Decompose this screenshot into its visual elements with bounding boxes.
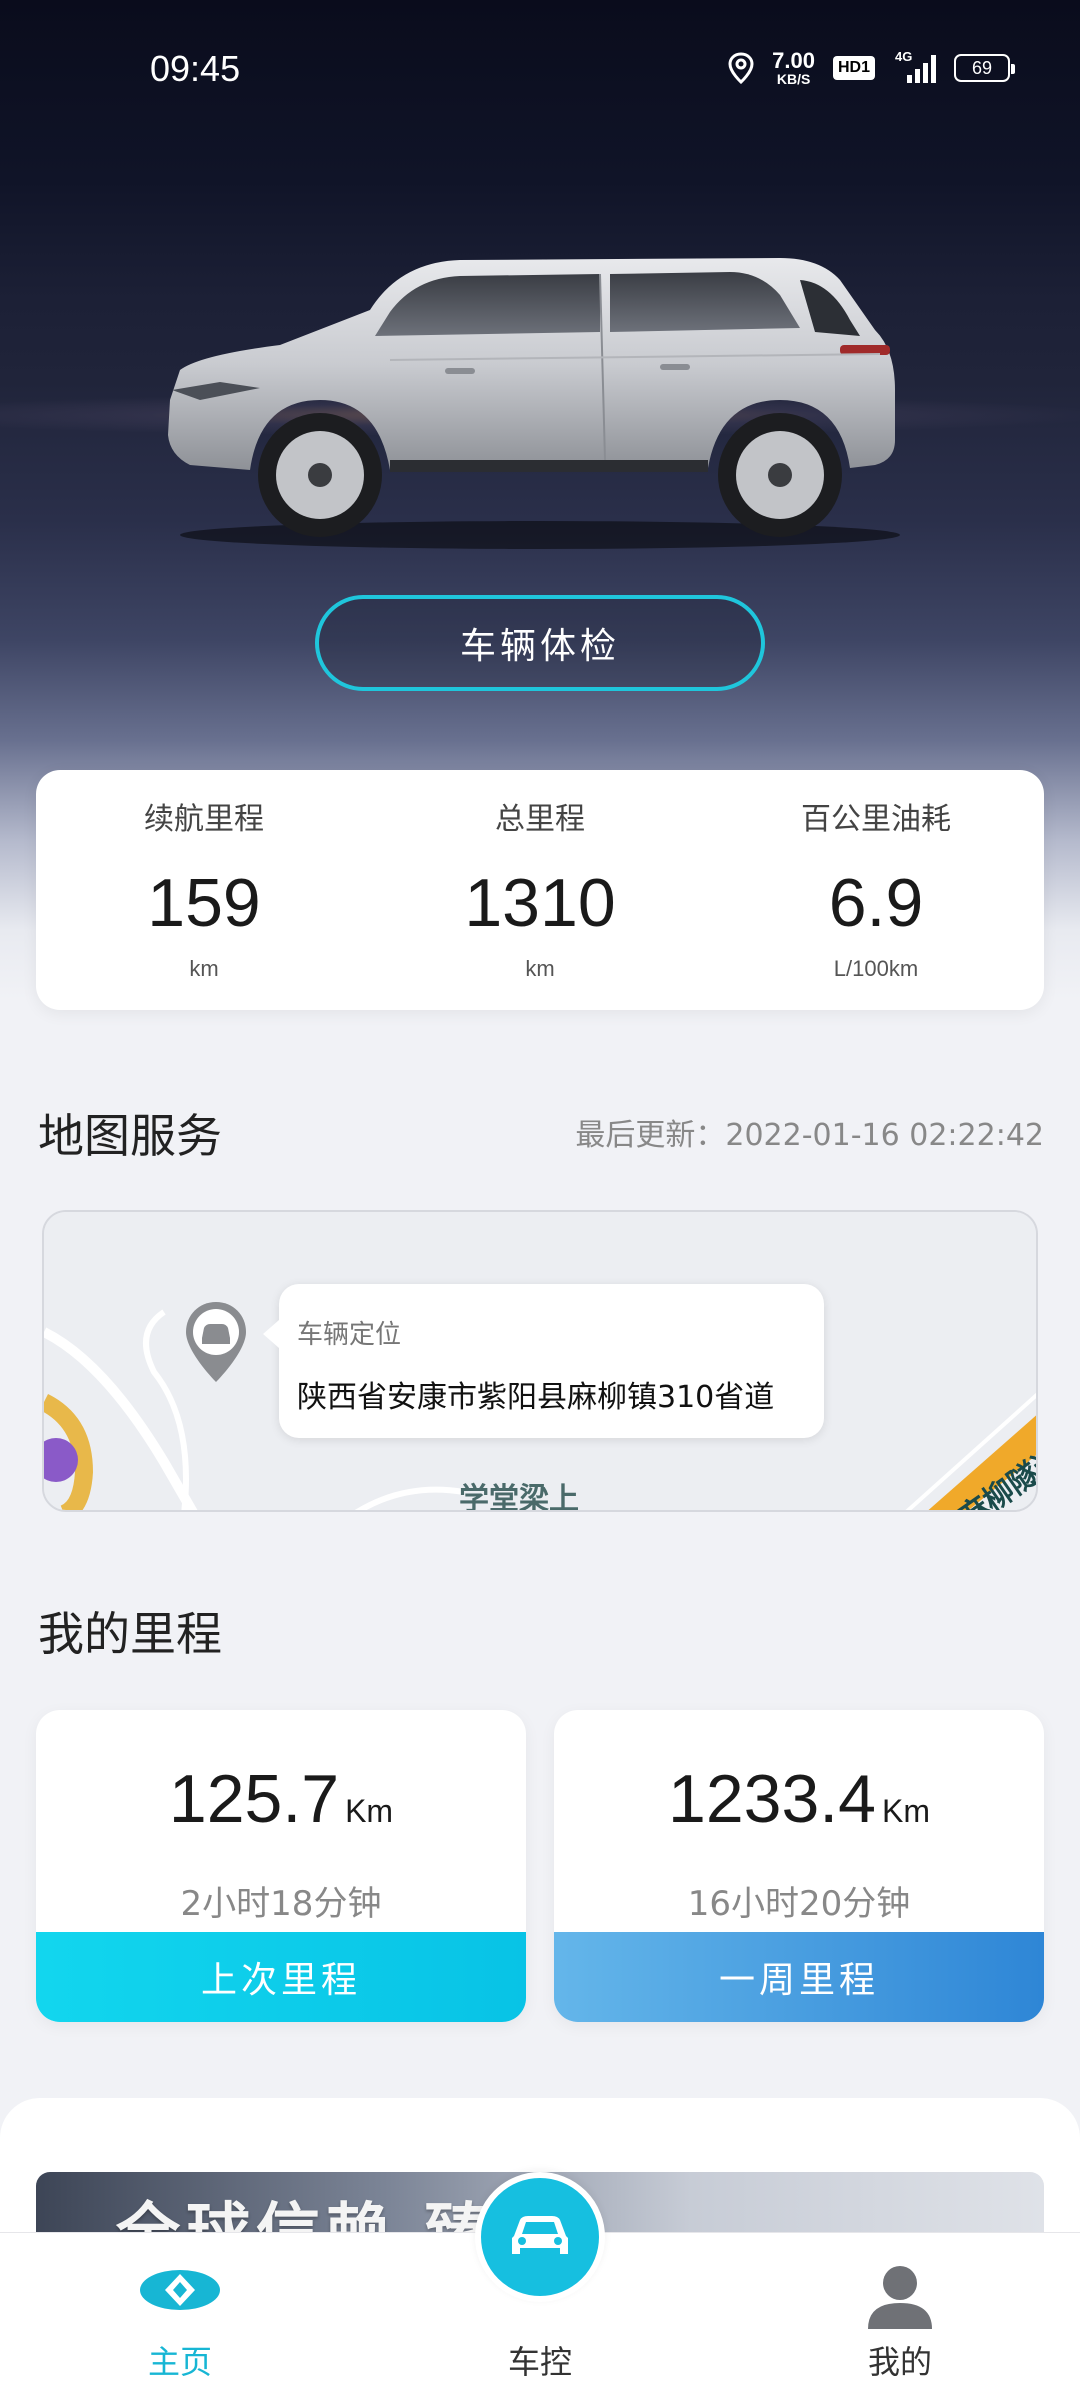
car-icon [512, 2216, 568, 2254]
net-speed: 7.00 KB/S [772, 48, 815, 87]
trip-distance-unit: Km [345, 1793, 394, 1829]
trip-duration: 16小时20分钟 [687, 1884, 911, 1924]
trip-distance-value: 1233.4 [668, 1761, 876, 1837]
location-icon [728, 52, 754, 84]
stat-value: 159 [147, 865, 261, 941]
stat-fuel-consumption: 百公里油耗 6.9 L/100km [708, 770, 1044, 1010]
weekly-trip-card[interactable]: 1233.4 Km 16小时20分钟 一周里程 [554, 1710, 1044, 2022]
person-icon [868, 2266, 932, 2329]
stat-unit: km [189, 956, 219, 981]
net-speed-value: 7.00 [772, 48, 815, 73]
last-update-text: 最后更新：2022-01-16 02:22:42 [575, 1118, 1044, 1153]
nav-mine[interactable]: 我的 [800, 2233, 1000, 2400]
trip-distance: 125.7 Km [36, 1760, 526, 1838]
stat-unit: L/100km [833, 956, 919, 981]
nav-car-control-label: 车控 [507, 2343, 572, 2381]
brand-logo-icon [140, 2270, 220, 2310]
trip-distance: 1233.4 Km [554, 1760, 1044, 1838]
stat-value: 6.9 [828, 865, 924, 941]
map-service-title: 地图服务 [38, 1109, 222, 1163]
nav-home-label: 主页 [147, 2343, 212, 2381]
last-trip-card[interactable]: 125.7 Km 2小时18分钟 上次里程 [36, 1710, 526, 2022]
vehicle-address: 陕西省安康市紫阳县麻柳镇310省道 [297, 1380, 775, 1415]
map-card[interactable]: 车辆定位 陕西省安康市紫阳县麻柳镇310省道 学堂梁上 麻柳隧道 [42, 1210, 1038, 1512]
hd-icon: HD1 [832, 56, 875, 80]
stat-unit: km [525, 956, 555, 981]
status-time: 09:45 [150, 48, 241, 89]
net-speed-unit: KB/S [776, 71, 811, 87]
vehicle-location-label: 车辆定位 [297, 1320, 402, 1350]
vehicle-location-bubble[interactable]: 车辆定位 陕西省安康市紫阳县麻柳镇310省道 [263, 1284, 824, 1438]
status-icons: 7.00 KB/S HD1 4G 69 [728, 48, 1015, 87]
stat-total-mileage: 总里程 1310 km [372, 770, 708, 1010]
car-control-fab[interactable] [475, 2172, 605, 2302]
car-location-pin-icon [186, 1302, 246, 1382]
signal-icon: 4G [893, 49, 936, 83]
trip-duration: 2小时18分钟 [180, 1884, 382, 1924]
status-bar: 09:45 7.00 KB/S HD1 4G 69 [0, 0, 1080, 140]
map-place-label: 学堂梁上 [459, 1482, 579, 1512]
stat-title: 总里程 [495, 802, 585, 837]
stat-value: 1310 [464, 865, 616, 941]
trip-distance-unit: Km [881, 1793, 930, 1829]
stat-range: 续航里程 159 km [36, 770, 372, 1010]
network-type-label: 4G [895, 49, 913, 64]
stat-title: 百公里油耗 [801, 802, 951, 837]
vehicle-check-button[interactable]: 车辆体检 [315, 595, 765, 691]
stat-title: 续航里程 [144, 802, 264, 837]
nav-home[interactable]: 主页 [80, 2233, 280, 2400]
weekly-trip-button[interactable]: 一周里程 [554, 1932, 1044, 2022]
vehicle-stats-card: 续航里程 159 km 总里程 1310 km 百公里油耗 6.9 L/100k… [36, 770, 1044, 1010]
my-mileage-title: 我的里程 [38, 1607, 222, 1661]
last-trip-button[interactable]: 上次里程 [36, 1932, 526, 2022]
trip-distance-value: 125.7 [168, 1761, 340, 1837]
battery-icon: 69 [954, 54, 1015, 82]
battery-level: 69 [971, 57, 993, 78]
car-image [168, 258, 900, 549]
nav-mine-label: 我的 [867, 2343, 932, 2381]
